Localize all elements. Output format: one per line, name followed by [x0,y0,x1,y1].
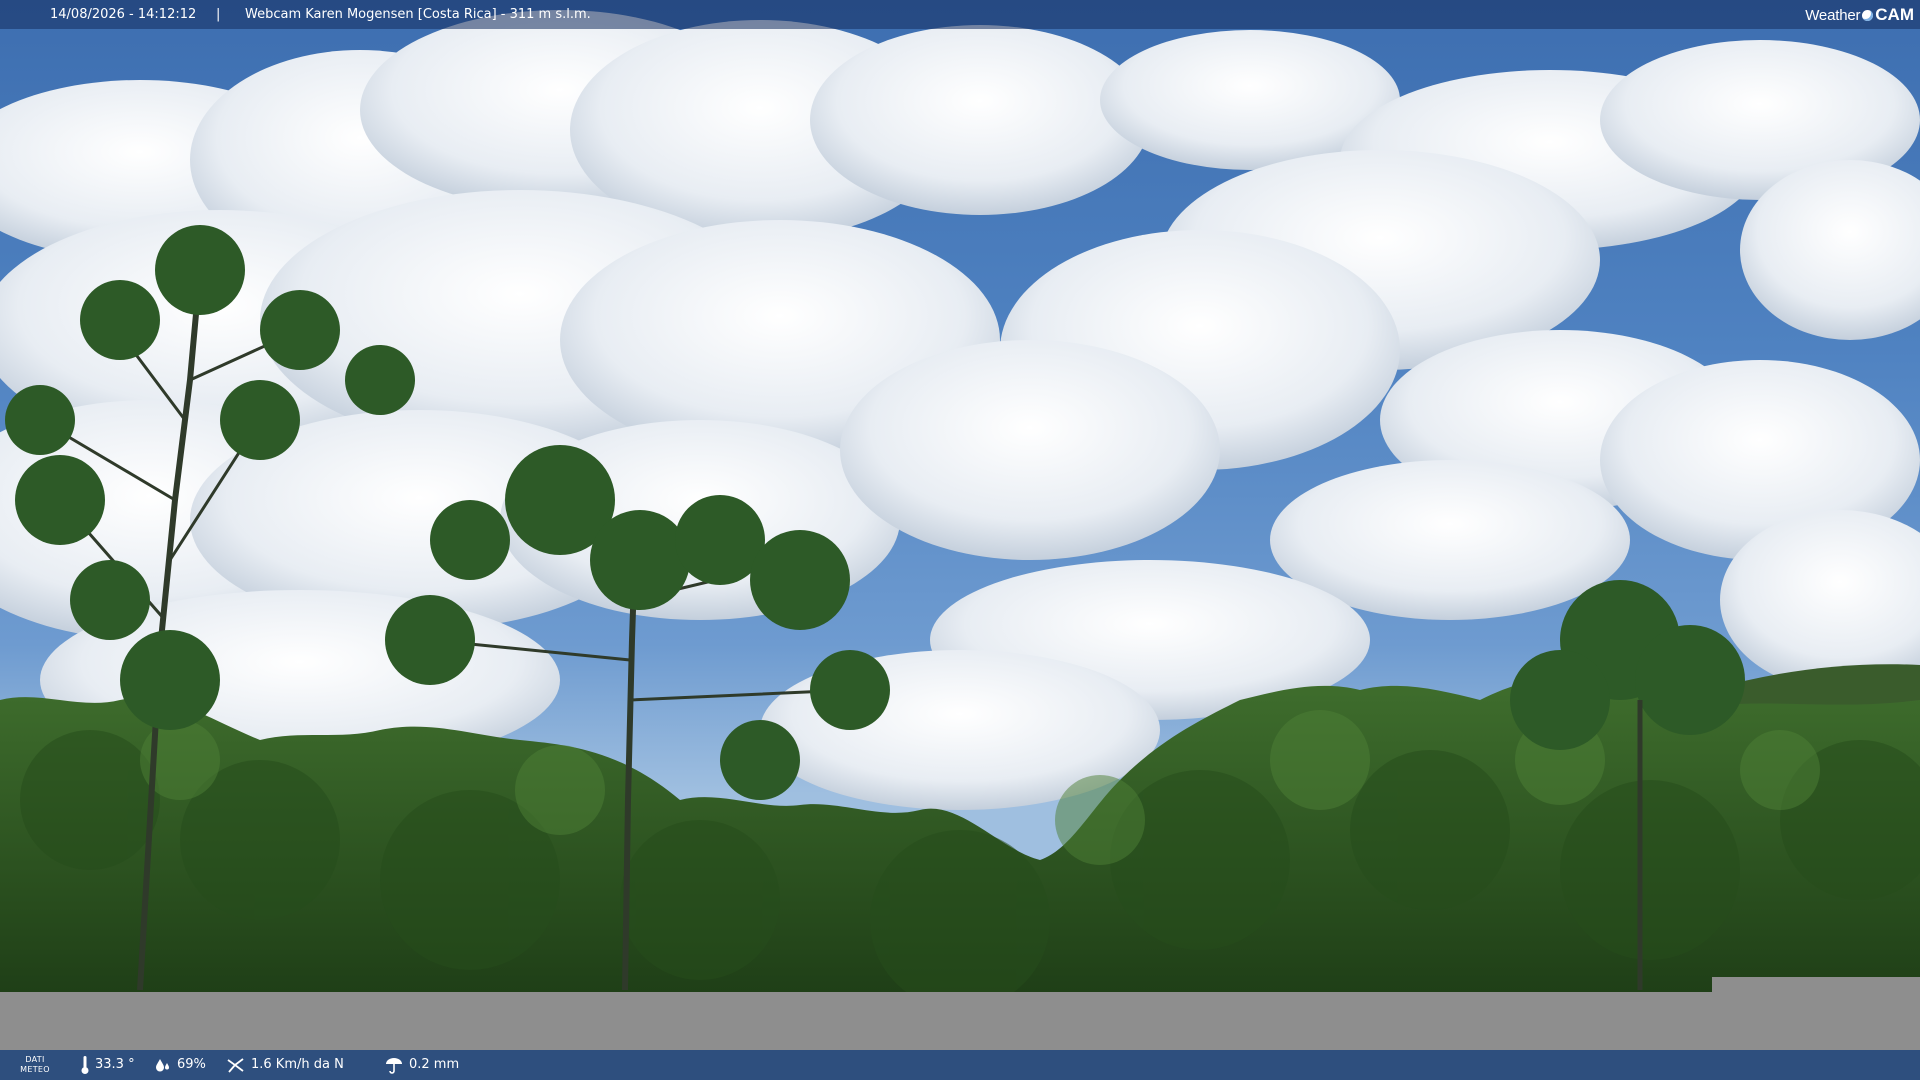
logo-text-prefix: Weather [1805,7,1861,24]
humidity-reading: 69% [154,1050,206,1080]
webcam-title: Webcam Karen Mogensen [Costa Rica] - 311… [245,7,591,22]
logo-dot-icon [1862,10,1874,21]
rain-value: 0.2 mm [409,1057,460,1072]
webcam-frame: 14/08/2026 - 14:12:12 | Webcam Karen Mog… [0,0,1920,1080]
gray-band-notch [1712,977,1920,992]
label-line-1: DATI [25,1055,45,1064]
humidity-value: 69% [177,1057,206,1072]
logo-text-suffix: CAM [1875,5,1914,24]
webcam-image [0,0,1920,992]
rain-reading: 0.2 mm [384,1050,459,1080]
landscape-illustration [0,10,1920,992]
weather-data-bar: DATI METEO 33.3 ° 69% 1.6 Km/h da N 0.2 … [0,1050,1920,1080]
weather-data-label: DATI METEO [14,1055,56,1075]
humidity-icon [156,1059,169,1072]
temperature-value: 33.3 ° [95,1057,135,1072]
rain-icon [386,1058,402,1074]
gray-band [0,992,1920,1050]
wind-icon [227,1058,244,1073]
wind-value: 1.6 Km/h da N [251,1057,344,1072]
wind-reading: 1.6 Km/h da N [226,1050,344,1080]
weathercam-logo: Weather CAM [1805,0,1914,30]
label-line-2: METEO [20,1065,50,1074]
thermometer-icon [81,1056,89,1074]
temperature-reading: 33.3 ° [80,1050,135,1080]
top-info-bar: 14/08/2026 - 14:12:12 | Webcam Karen Mog… [0,0,1920,29]
capture-datetime: 14/08/2026 - 14:12:12 [50,7,197,22]
header-separator: | [216,7,221,22]
